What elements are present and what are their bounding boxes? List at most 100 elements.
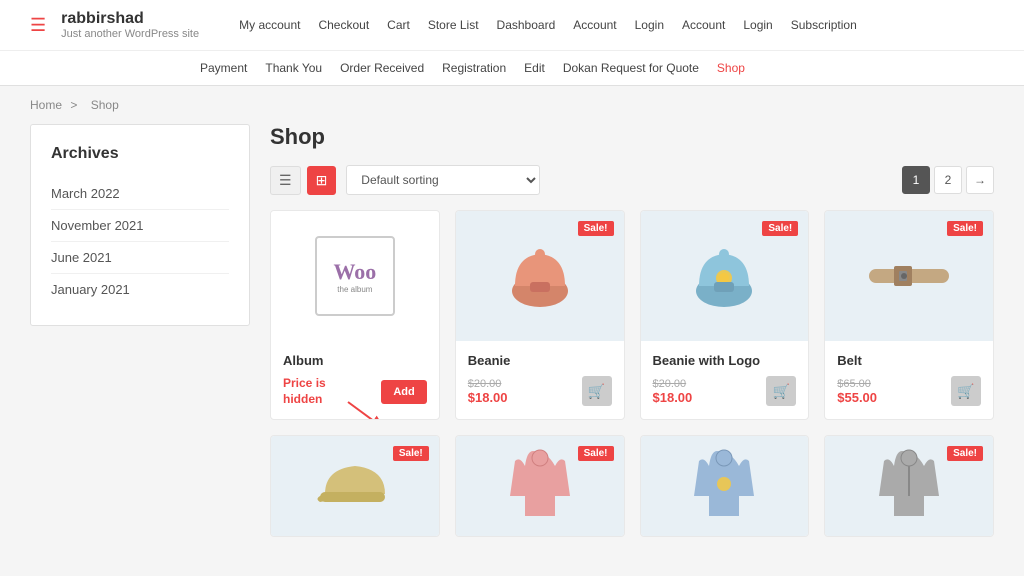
product-card-hoodie-pink: Sale! [455, 435, 625, 537]
product-image-beanie-logo: Sale! [641, 211, 809, 341]
arrow-annotation [338, 397, 398, 420]
page-next-button[interactable]: → [966, 166, 994, 194]
beanie-original-price: $20.00 [468, 378, 508, 390]
belt-price-row: $65.00 $55.00 🛒 [837, 376, 981, 406]
beanie-logo-prices: $20.00 $18.00 [653, 378, 693, 405]
header-top: ☰ rabbirshad Just another WordPress site… [0, 0, 1024, 51]
nav-my-account[interactable]: My account [239, 18, 300, 32]
belt-prices: $65.00 $55.00 [837, 378, 877, 405]
beanie-sale-badge: Sale! [578, 221, 614, 236]
cap-sale-badge: Sale! [393, 446, 429, 461]
product-image-album: Woo the album [271, 211, 439, 341]
beanie-logo-original-price: $20.00 [653, 378, 693, 390]
album-name: Album [283, 353, 427, 368]
product-card-cap: Sale! [270, 435, 440, 537]
nav-subscription[interactable]: Subscription [791, 18, 857, 32]
main-content: Shop ☰ ⊞ Default sorting Sort by popular… [270, 124, 994, 537]
hoodie-pink-sale-badge: Sale! [578, 446, 614, 461]
view-toggles: ☰ ⊞ [270, 166, 336, 195]
nav-checkout[interactable]: Checkout [318, 18, 369, 32]
album-price-row: Price ishidden Add [283, 376, 427, 407]
nav-dokan-quote[interactable]: Dokan Request for Quote [563, 61, 699, 75]
beanie-logo-price-row: $20.00 $18.00 🛒 [653, 376, 797, 406]
breadcrumb-home[interactable]: Home [30, 98, 62, 112]
site-subtitle: Just another WordPress site [61, 28, 199, 40]
cap-image [315, 454, 395, 519]
archive-march-2022[interactable]: March 2022 [51, 178, 229, 210]
nav-order-received[interactable]: Order Received [340, 61, 424, 75]
nav-edit[interactable]: Edit [524, 61, 545, 75]
nav-payment[interactable]: Payment [200, 61, 247, 75]
beanie-cart-button[interactable]: 🛒 [582, 376, 612, 406]
nav-account-2[interactable]: Account [682, 18, 725, 32]
beanie-logo-cart-button[interactable]: 🛒 [766, 376, 796, 406]
breadcrumb-current: Shop [91, 98, 119, 112]
archives-title: Archives [51, 145, 229, 163]
top-navigation: My account Checkout Cart Store List Dash… [239, 18, 857, 32]
product-grid: Woo the album Album Price ishidden Add [270, 210, 994, 420]
archive-june-2021[interactable]: June 2021 [51, 242, 229, 274]
nav-login-1[interactable]: Login [635, 18, 664, 32]
sidebar: Archives March 2022 November 2021 June 2… [30, 124, 250, 537]
page-2-button[interactable]: 2 [934, 166, 962, 194]
breadcrumb: Home > Shop [0, 86, 1024, 124]
belt-original-price: $65.00 [837, 378, 877, 390]
album-price-hidden: Price ishidden [283, 376, 326, 407]
product-card-hoodie-blue [640, 435, 810, 537]
hoodie-gray-image [874, 446, 944, 526]
product-card-album: Woo the album Album Price ishidden Add [270, 210, 440, 420]
archive-november-2021[interactable]: November 2021 [51, 210, 229, 242]
product-image-hoodie-pink: Sale! [456, 436, 624, 536]
product-image-hoodie-blue [641, 436, 809, 536]
beanie-logo-name: Beanie with Logo [653, 353, 797, 368]
product-image-belt: Sale! [825, 211, 993, 341]
hamburger-icon[interactable]: ☰ [30, 15, 46, 36]
product-card-beanie-logo: Sale! Beanie with Logo [640, 210, 810, 420]
archive-january-2021[interactable]: January 2021 [51, 274, 229, 305]
page-layout: Archives March 2022 November 2021 June 2… [0, 124, 1024, 567]
nav-shop[interactable]: Shop [717, 61, 745, 75]
site-title: rabbirshad [61, 10, 199, 28]
product-card-belt: Sale! Belt $65.00 $55.00 [824, 210, 994, 420]
product-image-cap: Sale! [271, 436, 439, 536]
belt-image [864, 251, 954, 301]
nav-login-2[interactable]: Login [743, 18, 772, 32]
woo-image: Woo the album [315, 236, 395, 316]
product-image-beanie: Sale! [456, 211, 624, 341]
breadcrumb-separator: > [70, 98, 77, 112]
page-title: Shop [270, 124, 994, 150]
beanie-pink-image [500, 236, 580, 316]
beanie-blue-image [684, 236, 764, 316]
nav-thank-you[interactable]: Thank You [265, 61, 322, 75]
beanie-logo-sale-badge: Sale! [762, 221, 798, 236]
grid-view-button[interactable]: ⊞ [307, 166, 337, 195]
shop-toolbar: ☰ ⊞ Default sorting Sort by popularity S… [270, 165, 994, 195]
nav-account-1[interactable]: Account [573, 18, 616, 32]
page-1-button[interactable]: 1 [902, 166, 930, 194]
beanie-logo-sale-price: $18.00 [653, 390, 693, 405]
nav-cart[interactable]: Cart [387, 18, 410, 32]
belt-cart-button[interactable]: 🛒 [951, 376, 981, 406]
archives-widget: Archives March 2022 November 2021 June 2… [30, 124, 250, 326]
nav-dashboard[interactable]: Dashboard [497, 18, 556, 32]
product-card-beanie: Sale! Beanie $20.00 $18.00 [455, 210, 625, 420]
hoodie-gray-sale-badge: Sale! [947, 446, 983, 461]
list-view-button[interactable]: ☰ [270, 166, 301, 195]
archive-list: March 2022 November 2021 June 2021 Janua… [51, 178, 229, 305]
beanie-logo-info: Beanie with Logo $20.00 $18.00 🛒 [641, 341, 809, 418]
beanie-name: Beanie [468, 353, 612, 368]
belt-sale-price: $55.00 [837, 390, 877, 405]
belt-name: Belt [837, 353, 981, 368]
site-branding: rabbirshad Just another WordPress site [61, 10, 199, 40]
beanie-info: Beanie $20.00 $18.00 🛒 [456, 341, 624, 418]
second-navigation: Payment Thank You Order Received Registr… [0, 51, 1024, 85]
belt-info: Belt $65.00 $55.00 🛒 [825, 341, 993, 418]
hoodie-pink-image [505, 446, 575, 526]
nav-store-list[interactable]: Store List [428, 18, 479, 32]
album-info: Album Price ishidden Add [271, 341, 439, 419]
sort-select[interactable]: Default sorting Sort by popularity Sort … [346, 165, 540, 195]
nav-registration[interactable]: Registration [442, 61, 506, 75]
site-header: ☰ rabbirshad Just another WordPress site… [0, 0, 1024, 86]
product-card-hoodie-gray: Sale! [824, 435, 994, 537]
belt-sale-badge: Sale! [947, 221, 983, 236]
